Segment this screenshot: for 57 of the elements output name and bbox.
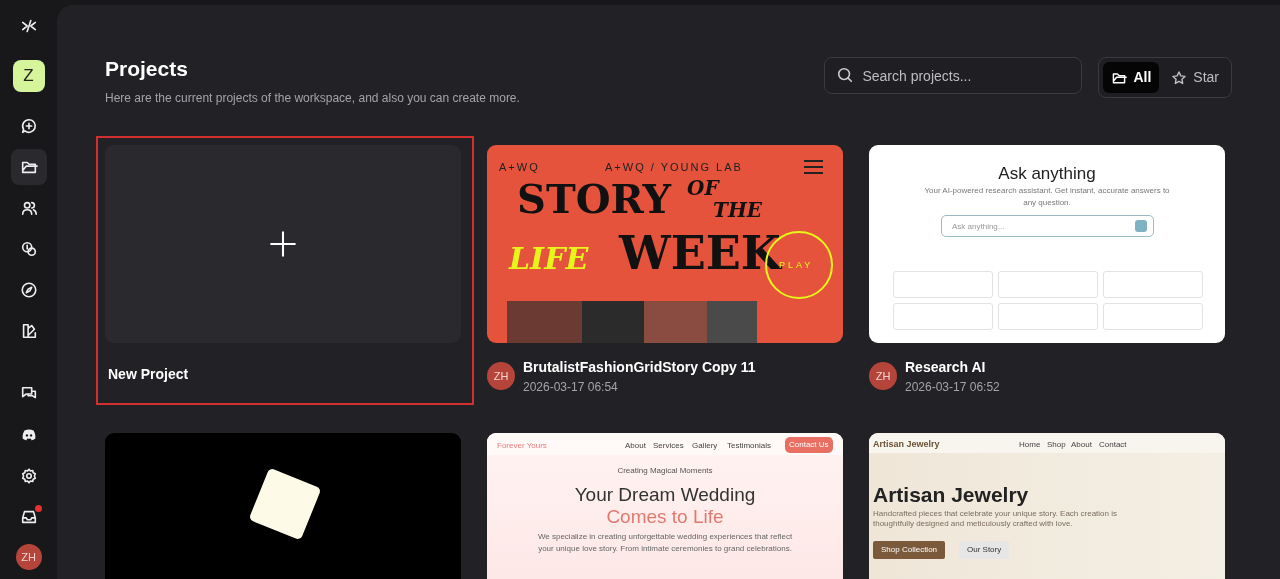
search-field[interactable]: Search projects... [824, 57, 1083, 94]
sidebar-nav-item[interactable] [10, 149, 47, 185]
user-avatar[interactable]: ZH [15, 544, 42, 570]
new-project-tile[interactable] [105, 144, 461, 343]
project-title: New Project [108, 364, 190, 384]
nav-link: Testimonials [727, 439, 771, 452]
preview-text: Your AI-powered research assistant. Get instant, accurate answers to any question. [923, 184, 1171, 209]
filter-tab[interactable]: All [1103, 62, 1160, 93]
preview-text: Artisan Jewelry [873, 437, 940, 451]
preview-text: Artisan Jewelry [873, 481, 1029, 508]
nav-link: Services [653, 439, 684, 452]
inbox-icon [19, 508, 38, 526]
project-title: BrutalistFashionGridStory Copy 11 [523, 357, 756, 377]
preview-text: We specialize in creating unforgettable wedding experiences that reflect your unique love story. From intimate ceremonies to grand celebrations. [537, 530, 793, 555]
users-icon [19, 199, 38, 217]
owner-avatar: ZH [487, 362, 515, 390]
preview-text: Your Dream Wedding [573, 482, 757, 507]
preview-heading: THE [713, 200, 763, 219]
compass-icon [19, 281, 38, 299]
settings-icon [19, 467, 38, 485]
preview-text: Creating Magical Moments [616, 464, 714, 477]
page-title: Projects [105, 56, 189, 82]
project-card[interactable]: Ask anything Your AI-powered research assistant. Get instant, accurate answers to any question. Ask anything... ZH Research AI 2026-03-17 06:52 [860, 135, 1238, 405]
preview-text: Ask anything... [952, 220, 1005, 233]
plus-icon [269, 229, 297, 258]
page-subtitle: Here are the current projects of the workspace, and also you can create more. [105, 89, 520, 107]
menu-icon [804, 159, 823, 174]
shop-button: Shop Collection [873, 540, 946, 559]
nav-link: Shop [1047, 438, 1066, 451]
coins-icon [19, 240, 38, 258]
preview-text: A+WQ [499, 159, 540, 175]
chat-plus-icon [19, 117, 38, 135]
preview-text: Ask anything [997, 162, 1097, 185]
nav-link: About [1071, 438, 1092, 451]
send-button [1135, 219, 1147, 232]
code-icon [19, 17, 38, 35]
star-icon [1171, 69, 1188, 86]
owner-avatar: ZH [869, 362, 897, 390]
nav-link: Gallery [692, 439, 718, 452]
project-date: 2026-03-17 06:52 [905, 378, 1000, 396]
project-card[interactable]: New Project [96, 135, 474, 405]
workspace-avatar[interactable]: Z [12, 60, 45, 92]
nav-link: Contact [1099, 438, 1127, 451]
search-icon [836, 66, 855, 84]
preview-heading: OF [687, 178, 719, 197]
preview-text: Comes to Life [605, 505, 725, 529]
preview-text: Forever Yours [497, 439, 547, 452]
preview-text: Handcrafted pieces that celebrate your unique story. Each creation is thoughtfully designed and meticulously crafted with love. [873, 508, 1118, 530]
nav-link: Home [1019, 438, 1041, 451]
story-button: Our Story [959, 540, 1010, 559]
project-title: Research AI [905, 357, 987, 377]
project-date: 2026-03-17 06:54 [523, 378, 619, 396]
preview-heading: LIFE [509, 244, 589, 272]
nav-link: About [625, 439, 646, 452]
preview-text: A+WQ / YOUNG LAB [605, 159, 743, 175]
preview-heading: STORY [517, 180, 672, 217]
filter-tab[interactable]: Star [1163, 62, 1227, 93]
